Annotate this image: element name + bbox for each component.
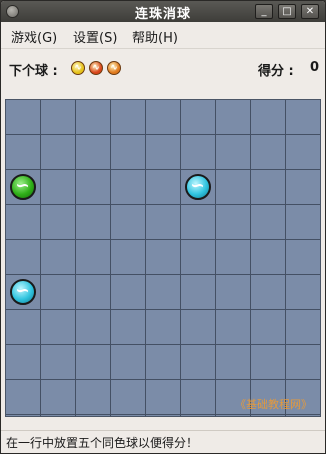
orange-ball-icon: ∿	[107, 61, 121, 75]
close-button[interactable]: ✕	[301, 4, 319, 19]
red-ball-icon: ∿	[89, 61, 103, 75]
status-text: 在一行中放置五个同色球以便得分！	[6, 436, 199, 450]
menu-bar: 游戏(G) 设置(S) 帮助(H)	[1, 22, 325, 49]
menu-help[interactable]: 帮助(H)	[132, 27, 178, 46]
game-board[interactable]: 《基础教程网》 ∽ ∽ ∽	[5, 99, 321, 417]
green-ball-icon[interactable]: ∽	[9, 173, 36, 200]
window-title: 连珠消球	[134, 7, 191, 22]
cyan-ball-icon[interactable]: ∽	[184, 173, 211, 200]
watermark-text: 《基础教程网》	[235, 398, 312, 411]
status-bar: 在一行中放置五个同色球以便得分！	[1, 430, 325, 453]
cyan-ball-icon[interactable]: ∽	[9, 278, 36, 305]
score-label: 得分 :	[258, 64, 294, 79]
game-window: 连珠消球 _ □ ✕ 游戏(G) 设置(S) 帮助(H) 下个球 : ∿ ∿ ∿ 得…	[0, 0, 326, 454]
next-balls-label: 下个球 :	[9, 64, 58, 79]
score-value: 0	[310, 60, 320, 75]
menu-game[interactable]: 游戏(G)	[11, 27, 57, 46]
minimize-button[interactable]: _	[255, 4, 273, 19]
title-bar: 连珠消球 _ □ ✕	[1, 1, 325, 22]
info-bar: 下个球 : ∿ ∿ ∿ 得分 : 0	[1, 53, 325, 83]
maximize-button[interactable]: □	[278, 4, 296, 19]
menu-settings[interactable]: 设置(S)	[73, 27, 117, 46]
yellow-ball-icon: ∿	[71, 61, 85, 75]
